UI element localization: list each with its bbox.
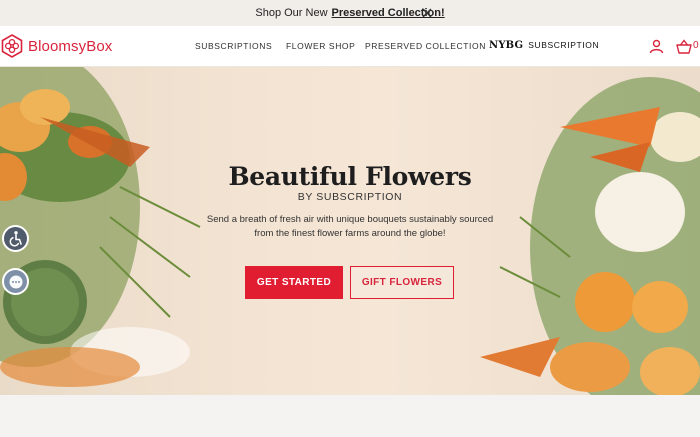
accessibility-icon [9, 231, 22, 247]
right-bouquet [480, 77, 700, 395]
cart-count: 0 [693, 40, 699, 51]
gift-flowers-button[interactable]: GIFT FLOWERS [350, 266, 454, 299]
chat-icon [9, 275, 22, 288]
hero-subtitle: BY SUBSCRIPTION [297, 191, 403, 203]
accessibility-button[interactable] [2, 225, 29, 252]
page-content-area [0, 395, 700, 437]
hero-section: Beautiful Flowers BY SUBSCRIPTION Send a… [0, 67, 700, 395]
main-navigation: BloomsyBox SUBSCRIPTIONS FLOWER SHOP PRE… [0, 26, 700, 67]
hero-title: Beautiful Flowers [228, 162, 472, 191]
brand-name: BloomsyBox [28, 37, 113, 55]
shopping-basket-icon[interactable] [676, 39, 692, 54]
user-icon[interactable] [649, 39, 664, 54]
brand-logo[interactable]: BloomsyBox [0, 34, 112, 58]
get-started-button[interactable]: GET STARTED [245, 266, 343, 299]
nybg-prefix: NYBG [489, 40, 524, 51]
nav-item-flower-shop[interactable]: FLOWER SHOP [286, 41, 355, 51]
close-icon[interactable] [420, 6, 434, 20]
announcement-bar: Shop Our New Preserved Collection! [0, 0, 700, 26]
nybg-label: SUBSCRIPTION [528, 40, 600, 50]
left-bouquet [0, 67, 201, 387]
nav-item-subscriptions[interactable]: SUBSCRIPTIONS [195, 41, 272, 51]
announcement-text: Shop Our New [255, 7, 328, 19]
chat-button[interactable] [2, 268, 29, 295]
nav-item-nybg-subscription[interactable]: NYBG SUBSCRIPTION [489, 40, 599, 51]
hero-description: Send a breath of fresh air with unique b… [206, 214, 494, 239]
logo-icon [1, 34, 23, 58]
nav-item-preserved-collection[interactable]: PRESERVED COLLECTION [365, 41, 486, 51]
